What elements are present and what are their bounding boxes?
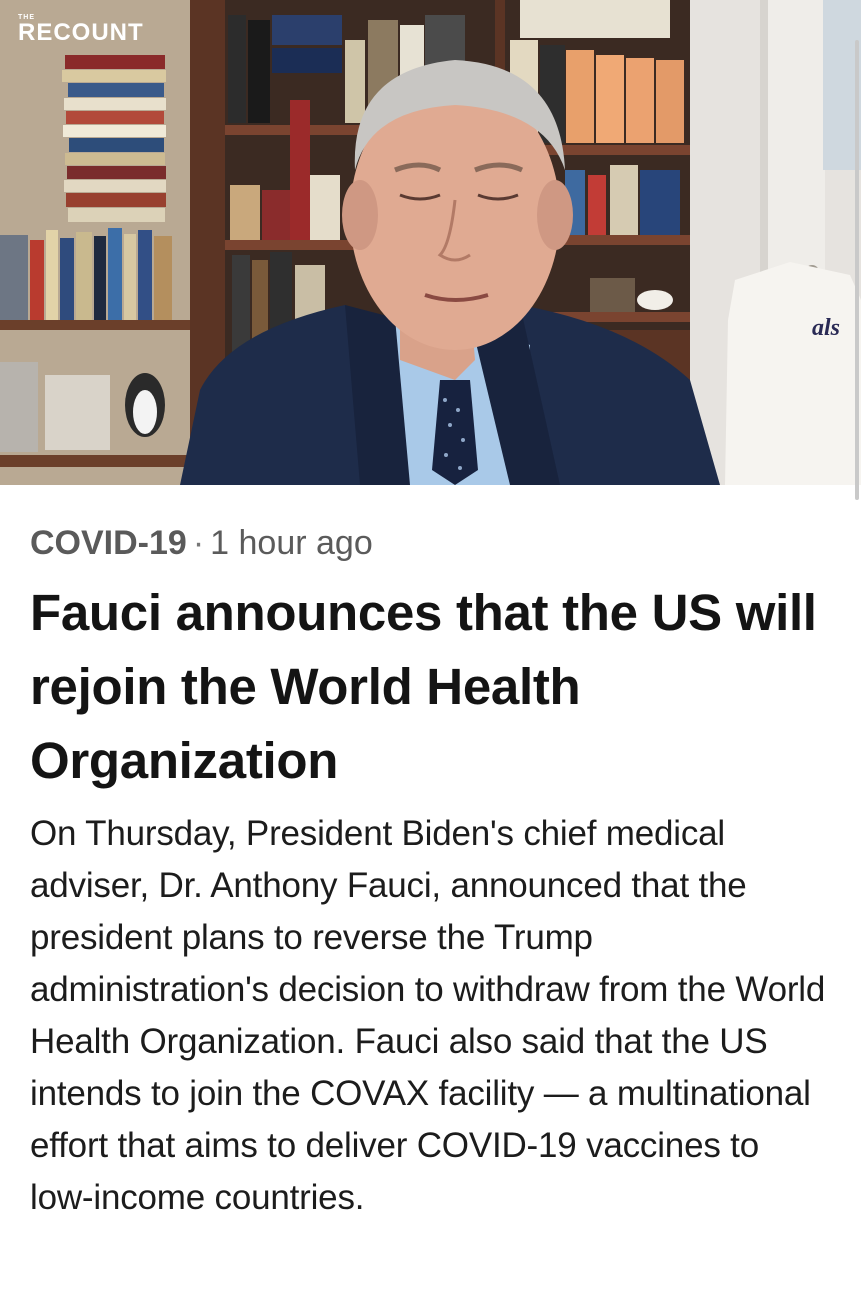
meta-separator: · [192, 524, 205, 562]
timestamp: 1 hour ago [210, 524, 373, 562]
article-card[interactable]: COVID-19 · 1 hour ago Fauci announces that… [30, 520, 830, 1224]
hero-image[interactable]: als THE RECOUNT [0, 0, 861, 485]
article-headline[interactable]: Fauci announces that the US will rejoin … [30, 576, 830, 798]
article-meta: COVID-19 · 1 hour ago [30, 520, 830, 566]
book-stack [62, 55, 166, 222]
category-label[interactable]: COVID-19 [30, 524, 187, 562]
watermark-brand: RECOUNT [18, 19, 144, 46]
article-summary: On Thursday, President Biden's chief med… [30, 814, 826, 1217]
scrollbar[interactable] [855, 40, 859, 500]
watermark-logo: THE RECOUNT [18, 14, 144, 45]
hero-illustration: als [0, 0, 861, 485]
jersey-text: als [812, 315, 840, 341]
